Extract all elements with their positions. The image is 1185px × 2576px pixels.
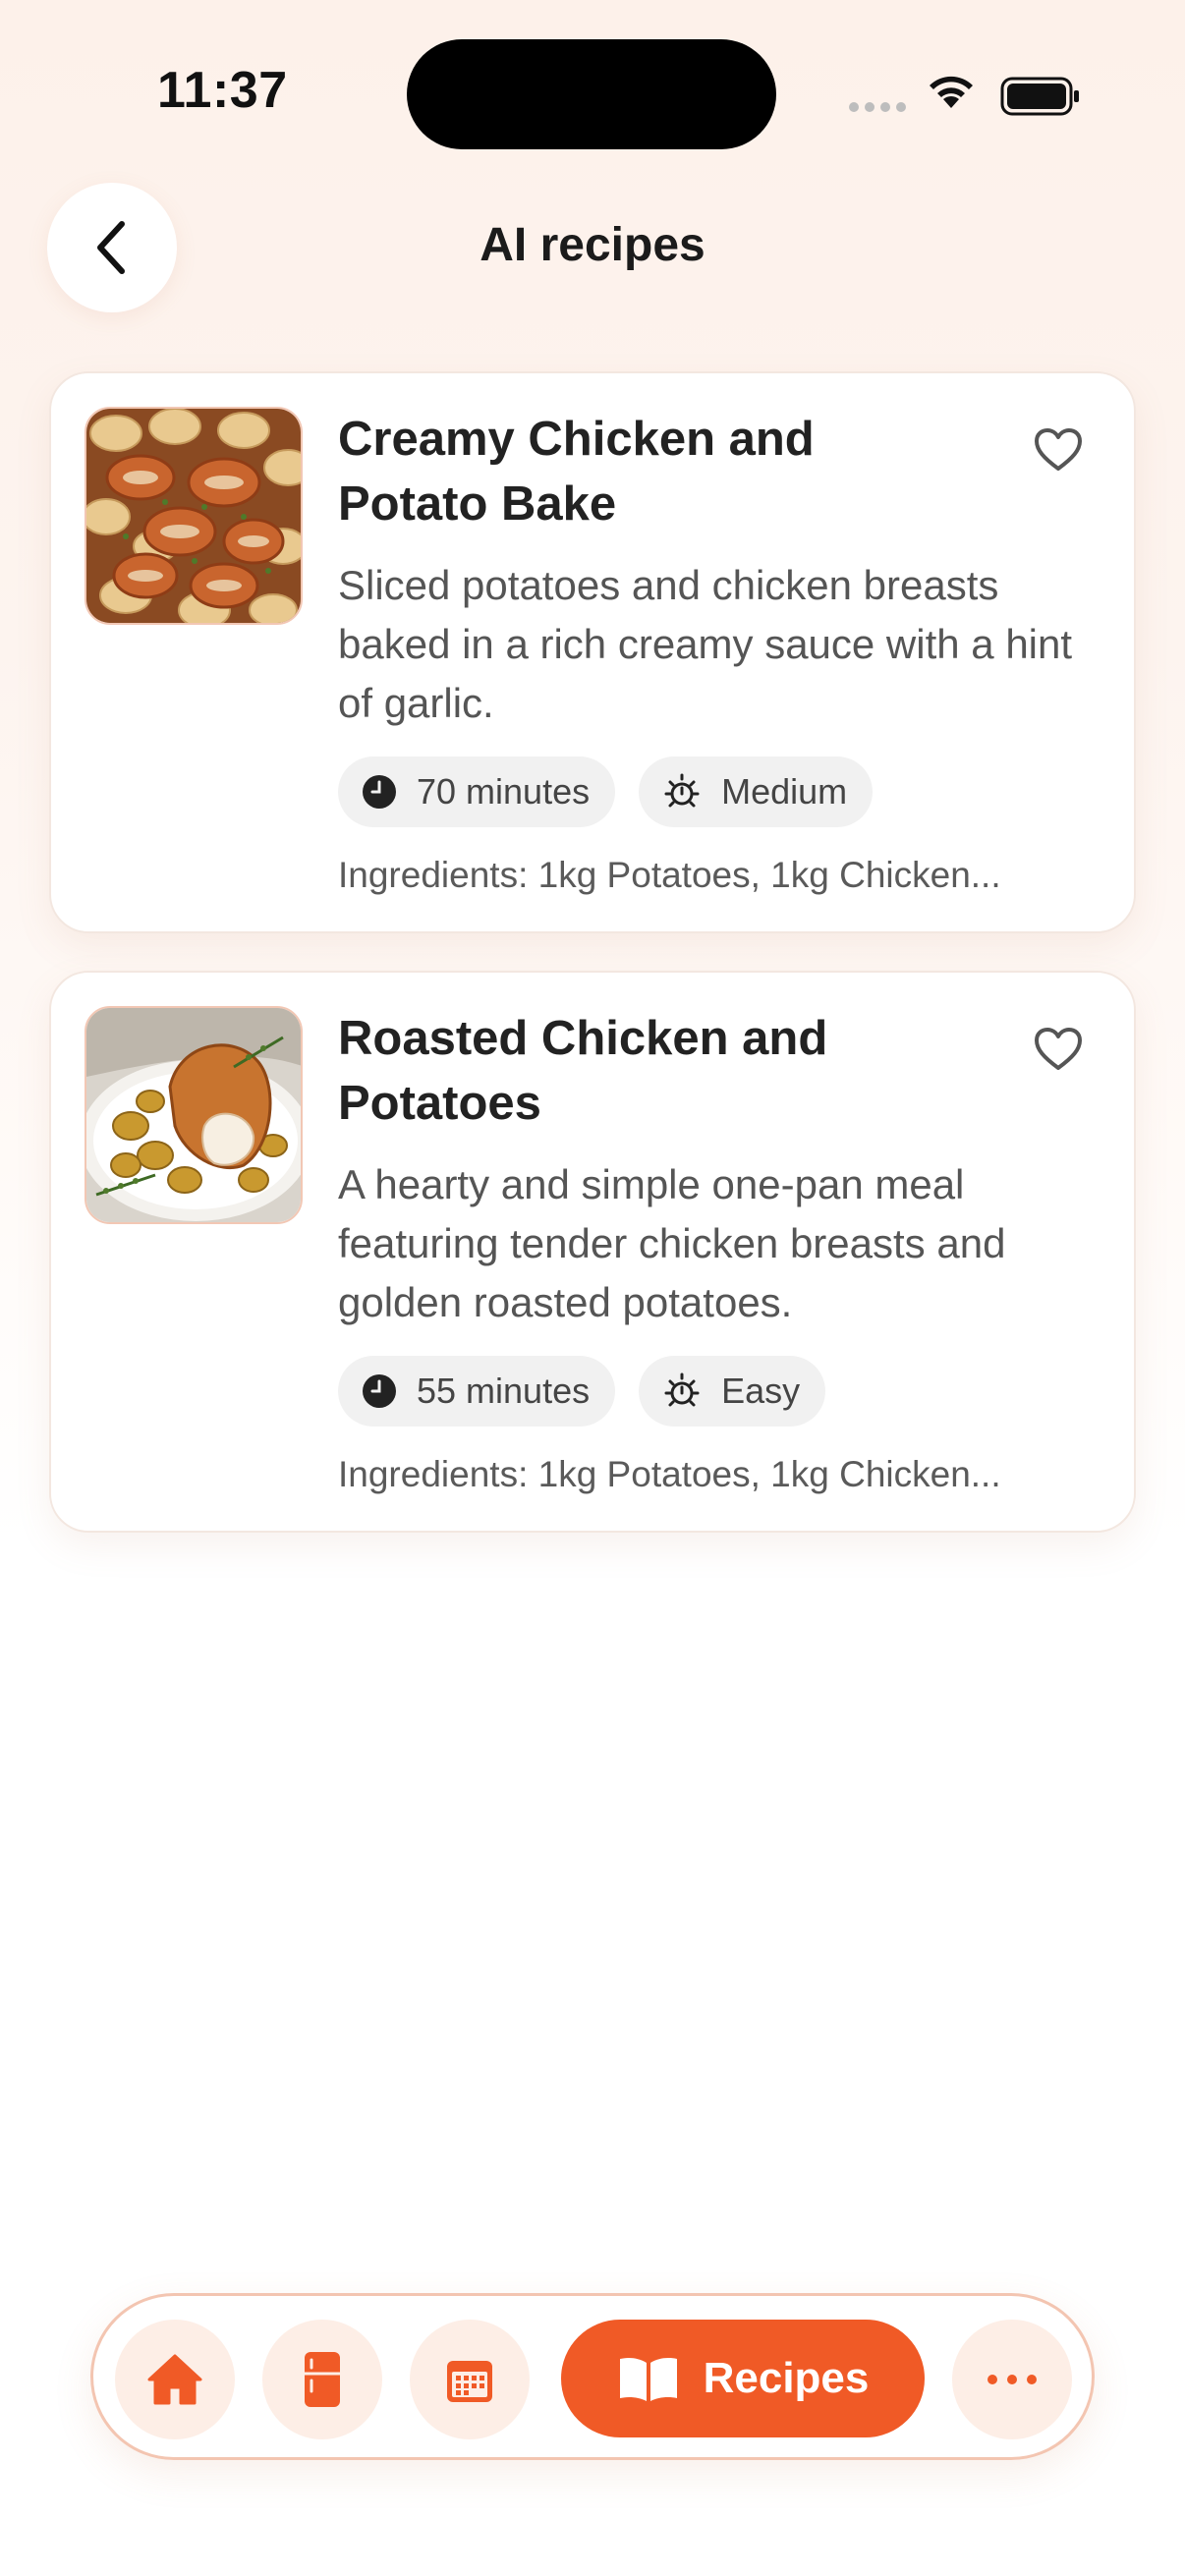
recipe-image (85, 407, 303, 625)
recipe-meta: 70 minutes Medium (338, 756, 874, 827)
recipes-book-icon (619, 2358, 677, 2401)
nav-calendar-button[interactable] (410, 2320, 530, 2439)
favorite-button[interactable] (1019, 411, 1098, 489)
battery-icon (1000, 77, 1079, 116)
nav-fridge-button[interactable] (262, 2320, 382, 2439)
nav-more-button[interactable] (952, 2320, 1072, 2439)
more-icon (988, 2375, 1037, 2384)
recipe-description: A hearty and simple one-pan meal featuri… (338, 1161, 1006, 1325)
recipe-card[interactable]: Roasted Chicken and Potatoes A hearty an… (49, 971, 1136, 1533)
time-label: 70 minutes (417, 771, 591, 812)
recipe-title: Roasted Chicken and Potatoes (338, 1012, 828, 1130)
difficulty-label: Medium (721, 771, 848, 812)
wifi-icon (930, 76, 973, 108)
heart-icon (1035, 1028, 1082, 1070)
time-label: 55 minutes (417, 1371, 591, 1411)
clock-icon (363, 1374, 396, 1408)
difficulty-icon (664, 773, 700, 808)
page-title: AI recipes (480, 219, 705, 271)
time-chip: 70 minutes (338, 756, 616, 827)
status-time: 11:37 (157, 62, 288, 119)
home-icon (147, 2354, 202, 2405)
nav-recipes-button[interactable]: Recipes (561, 2320, 925, 2437)
recipe-ingredients: Ingredients: 1kg Potatoes, 1kg Chicken..… (338, 1454, 1001, 1494)
difficulty-icon (664, 1372, 700, 1407)
calendar-icon (447, 2361, 492, 2402)
favorite-button[interactable] (1019, 1010, 1098, 1089)
recipe-ingredients: Ingredients: 1kg Potatoes, 1kg Chicken..… (338, 855, 1001, 895)
fridge-icon (305, 2352, 340, 2407)
difficulty-chip: Medium (639, 756, 874, 827)
recipe-meta: 55 minutes Easy (338, 1356, 826, 1427)
dynamic-island (407, 39, 776, 149)
recipe-card[interactable]: Creamy Chicken and Potato Bake Sliced po… (49, 371, 1136, 933)
heart-icon (1035, 428, 1082, 471)
clock-icon (363, 775, 396, 809)
recipe-title: Creamy Chicken and Potato Bake (338, 413, 815, 531)
recipe-image (85, 1006, 303, 1224)
recipe-description: Sliced potatoes and chicken breasts bake… (338, 562, 1073, 726)
difficulty-label: Easy (721, 1371, 801, 1411)
nav-home-button[interactable] (115, 2320, 235, 2439)
nav-recipes-label: Recipes (703, 2354, 870, 2402)
time-chip: 55 minutes (338, 1356, 616, 1427)
difficulty-chip: Easy (639, 1356, 826, 1427)
cellular-signal-icon (849, 102, 906, 112)
bottom-nav: Recipes (90, 2293, 1095, 2460)
